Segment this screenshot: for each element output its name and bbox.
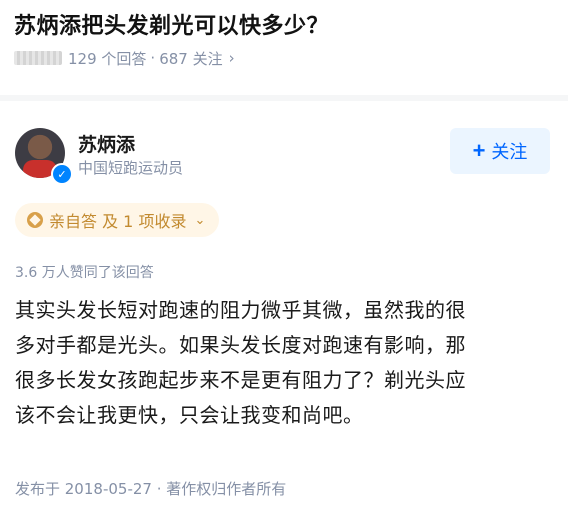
- chevron-down-icon: ⌄: [194, 212, 206, 228]
- medal-icon: [27, 212, 43, 228]
- follow-button[interactable]: + 关注: [450, 128, 550, 174]
- author-description: 中国短跑运动员: [78, 159, 184, 177]
- chevron-right-icon[interactable]: ›: [229, 49, 235, 67]
- vote-count: 3.6 万人赞同了该回答: [15, 265, 154, 281]
- question-title[interactable]: 苏炳添把头发剃光可以快多少？: [14, 8, 329, 40]
- badge-label: 亲自答 及 1 项收录: [49, 212, 187, 231]
- answer-line: 其实头发长短对跑速的阻力微乎其微，虽然我的很: [15, 298, 466, 322]
- plus-icon: +: [472, 138, 486, 163]
- answer-line: 多对手都是光头。如果头发长度对跑速有影响，那: [15, 333, 466, 357]
- answer-content: 其实头发长短对跑速的阻力微乎其微，虽然我的很 多对手都是光头。如果头发长度对跑速…: [15, 293, 555, 433]
- answer-line: 该不会让我更快，只会让我变和尚吧。: [15, 403, 364, 427]
- meta-separator: ·: [150, 49, 156, 67]
- follow-count[interactable]: 687 关注: [159, 48, 222, 69]
- verified-check-icon: ✓: [51, 163, 73, 185]
- blurred-tag: [14, 51, 62, 65]
- answer-line: 很多长发女孩跑起步来不是更有阻力了？剃光头应: [15, 368, 466, 392]
- question-meta: 129 个回答 · 687 关注 ›: [14, 48, 235, 68]
- answer-count[interactable]: 129 个回答: [68, 48, 146, 69]
- publish-info: 发布于 2018-05-27 · 著作权归作者所有: [15, 480, 287, 498]
- author-name[interactable]: 苏炳添: [78, 130, 135, 157]
- collection-badge[interactable]: 亲自答 及 1 项收录 ⌄: [15, 203, 220, 237]
- follow-label: 关注: [491, 142, 528, 162]
- section-divider: [0, 95, 568, 101]
